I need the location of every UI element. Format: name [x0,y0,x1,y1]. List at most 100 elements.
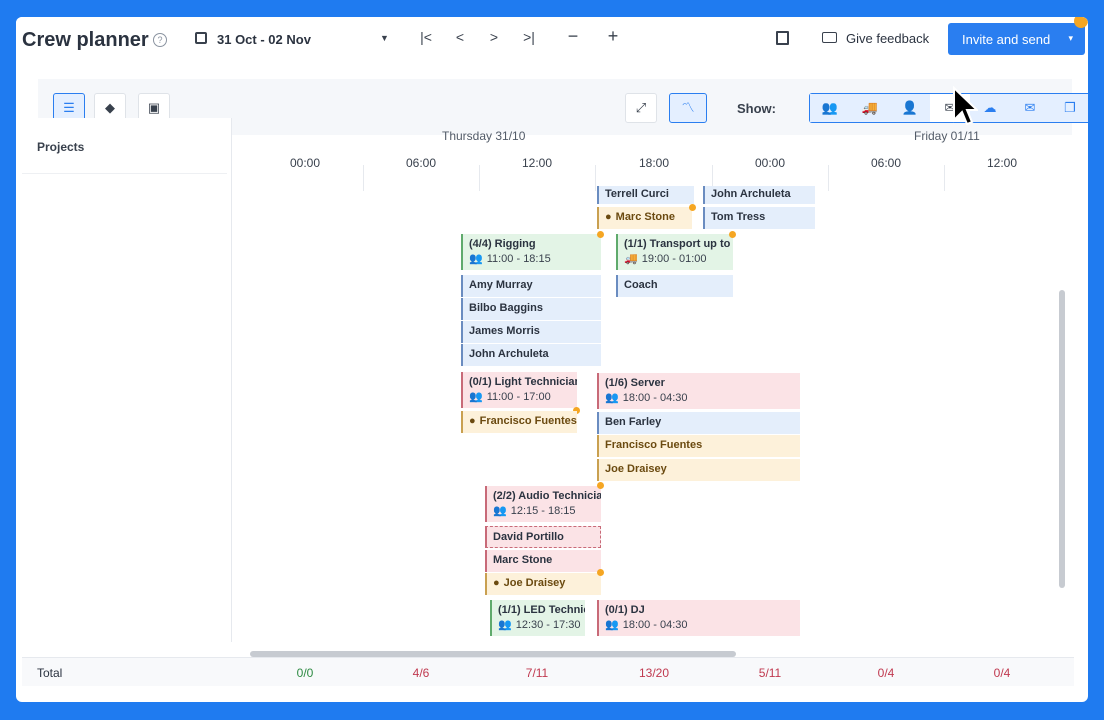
calendar-icon[interactable] [195,32,207,44]
hour-label: 06:00 [870,156,902,170]
copy-icon[interactable]: ❐ [1050,94,1088,122]
function-card[interactable]: (1/6) Server 👥 18:00 - 04:30 [597,373,800,409]
projects-panel: Projects [22,118,232,642]
vehicle-assignment[interactable]: Coach [616,275,733,297]
function-card[interactable]: (1/1) LED Technician 👥12:30 - 17:30 [490,600,585,636]
crew-assignment[interactable]: David Portillo [485,526,601,548]
crew-icon[interactable]: 👥 [810,94,850,122]
crew-assignment[interactable]: ● Joe Draisey [485,573,601,595]
crew-assignment[interactable]: John Archuleta [703,186,815,204]
crew-assignment[interactable]: Marc Stone [485,550,601,572]
function-title: (1/1) Transport up to [624,238,731,250]
crew-assignment[interactable]: Joe Draisey [597,459,800,481]
total-cell: 0/4 [877,666,895,680]
vertical-scrollbar[interactable] [1059,290,1065,588]
crew-icon: 👥 [469,391,483,403]
function-card[interactable]: (4/4) Rigging 👥 11:00 - 18:15 [461,234,601,270]
function-title: (4/4) Rigging [469,238,536,250]
help-icon[interactable]: ? [153,33,167,47]
total-cell: 13/20 [638,666,670,680]
crew-icon: 👥 [493,505,507,517]
function-time: 👥 18:00 - 04:30 [605,618,800,631]
show-label: Show: [737,101,776,116]
total-row: Total 0/0 4/6 7/11 13/20 5/11 0/4 0/4 [22,657,1074,686]
add-crew-icon[interactable]: 👤 [890,94,930,122]
function-time: 👥 18:00 - 04:30 [605,391,800,404]
vehicle-icon[interactable]: 🚚 [850,94,890,122]
crew-assignment[interactable]: Tom Tress [703,207,815,229]
function-card[interactable]: (0/1) DJ 👥 18:00 - 04:30 [597,600,800,636]
warning-dot [729,231,736,238]
hour-label: 00:00 [754,156,786,170]
total-cell: 0/4 [993,666,1011,680]
divider [944,165,945,191]
total-cell: 0/0 [296,666,314,680]
zoom-out-button[interactable]: − [563,26,583,47]
function-card[interactable]: (0/1) Light Technician 👥 11:00 - 17:00 [461,372,577,408]
time-text: 11:00 - 18:15 [486,253,551,265]
crew-assignment[interactable]: ● Francisco Fuentes [461,411,577,433]
invite-button-label: Invite and send [962,32,1051,47]
warning-dot [597,482,604,489]
pending-icon: ● [493,577,500,589]
first-page-button[interactable]: |< [416,29,436,45]
crew-name: Francisco Fuentes [479,415,577,427]
hour-label: 06:00 [405,156,437,170]
hour-label: 00:00 [289,156,321,170]
function-time: 👥 12:15 - 18:15 [493,504,601,517]
function-time: 👥 11:00 - 18:15 [469,252,601,265]
expand-icon[interactable]: ⤢ [625,93,657,123]
next-button[interactable]: > [484,29,504,45]
date-range-picker[interactable]: 31 Oct - 02 Nov [217,32,311,47]
crew-assignment[interactable]: James Morris [461,321,601,343]
crew-name: Joe Draisey [503,577,566,589]
crew-icon: 👥 [469,253,483,265]
divider [22,173,227,174]
crew-assignment[interactable]: Terrell Curci [597,186,694,204]
crew-name: Marc Stone [615,211,675,223]
total-cell: 7/11 [525,666,549,680]
last-page-button[interactable]: >| [519,29,539,45]
give-feedback-link[interactable]: Give feedback [846,31,929,46]
zoom-in-button[interactable]: + [603,26,623,47]
crew-assignment[interactable]: Francisco Fuentes [597,435,800,457]
crew-assignment[interactable]: John Archuleta [461,344,601,366]
warning-dot [689,204,696,211]
crew-assignment[interactable]: Bilbo Baggins [461,298,601,320]
open-mail-icon[interactable]: ✉ [1010,94,1050,122]
pending-icon: ● [469,415,476,427]
function-title: (0/1) Light Technician [469,376,577,388]
function-time: 👥 12:30 - 17:30 [498,618,585,631]
time-text: 19:00 - 01:00 [641,253,707,265]
time-text: 12:15 - 18:15 [510,505,576,517]
divider [828,165,829,191]
crew-icon: 👥 [605,619,619,631]
total-cell: 4/6 [412,666,430,680]
time-text: 18:00 - 04:30 [622,392,688,404]
divider [363,165,364,191]
time-text: 11:00 - 17:00 [486,391,551,403]
function-time: 🚚 19:00 - 01:00 [624,252,733,265]
function-card[interactable]: (2/2) Audio Technician 👥 12:15 - 18:15 [485,486,601,522]
day-label: Thursday 31/10 [442,129,526,143]
function-time: 👥 11:00 - 17:00 [469,390,577,403]
function-title: (0/1) DJ [605,604,645,616]
crew-assignment[interactable]: Ben Farley [597,412,800,434]
hour-label: 12:00 [986,156,1018,170]
function-card[interactable]: (1/1) Transport up to 🚚 19:00 - 01:00 [616,234,733,270]
time-text: 18:00 - 04:30 [622,619,688,631]
function-title: (2/2) Audio Technician [493,490,601,502]
crew-assignment[interactable]: Amy Murray [461,275,601,297]
invite-and-send-button[interactable]: Invite and send ▾ [948,23,1085,55]
crew-assignment[interactable]: ● Marc Stone [597,207,692,229]
previous-button[interactable]: < [450,29,470,45]
map-icon[interactable] [776,31,789,45]
projects-label: Projects [37,140,85,154]
chevron-down-icon[interactable]: ▼ [380,33,389,43]
header: Crew planner ? 31 Oct - 02 Nov ▼ |< < > … [16,17,1088,61]
divider [479,165,480,191]
function-title: (1/6) Server [605,377,665,389]
page-title: Crew planner [22,29,149,51]
trend-icon[interactable]: 〽 [669,93,707,123]
chevron-down-icon[interactable]: ▾ [1068,33,1073,44]
